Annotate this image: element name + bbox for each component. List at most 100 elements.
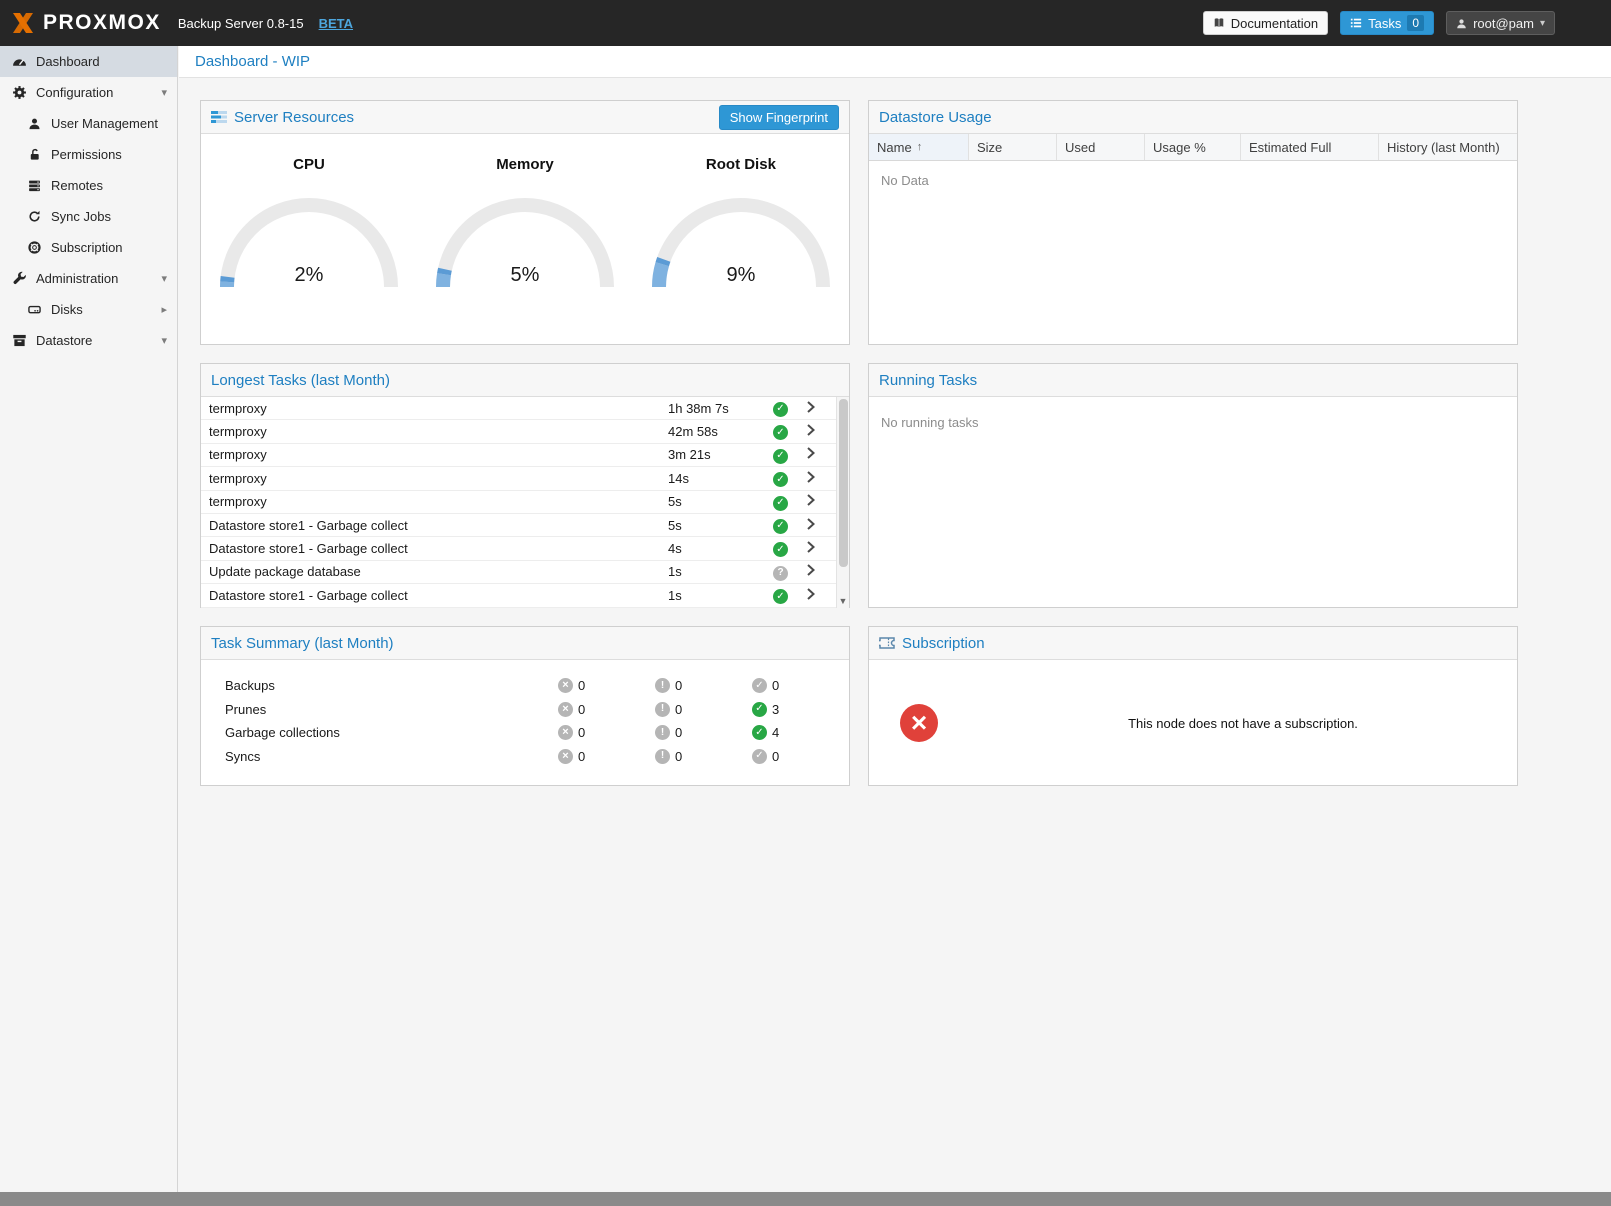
- list-icon: [1350, 17, 1362, 29]
- datastore-usage-empty-text: No Data: [869, 161, 1517, 200]
- main-area: Dashboard - WIP Server Resources Show Fi…: [179, 46, 1611, 1192]
- gauges-row: CPU 2% Memory: [201, 134, 849, 294]
- task-row[interactable]: termproxy 14s: [201, 467, 836, 490]
- sidebar-item-configuration[interactable]: Configuration ▾: [0, 77, 177, 108]
- cpu-gauge: CPU 2%: [201, 156, 417, 294]
- task-duration: 1h 38m 7s: [668, 401, 773, 416]
- brand-name: PROXMOX: [43, 11, 161, 35]
- task-row[interactable]: Update package database 1s: [201, 561, 836, 584]
- task-name: termproxy: [201, 447, 668, 462]
- task-row[interactable]: termproxy 3m 21s: [201, 444, 836, 467]
- sidebar-item-user-management[interactable]: User Management: [0, 108, 177, 139]
- sidebar-item-administration[interactable]: Administration ▾: [0, 263, 177, 294]
- user-menu-button[interactable]: root@pam ▾: [1446, 11, 1555, 35]
- product-version: Backup Server 0.8-15: [178, 16, 304, 31]
- open-task-chevron-icon[interactable]: [807, 447, 836, 462]
- user-icon: [27, 116, 42, 131]
- vertical-scrollbar[interactable]: ▼: [836, 397, 849, 608]
- open-task-chevron-icon[interactable]: [807, 471, 836, 486]
- scrollbar-down-arrow-icon[interactable]: ▼: [837, 594, 849, 608]
- ok-count-icon: [752, 702, 767, 717]
- sidebar-item-disks[interactable]: Disks ▸: [0, 294, 177, 325]
- open-task-chevron-icon[interactable]: [807, 541, 836, 556]
- sidebar-item-sync-jobs[interactable]: Sync Jobs: [0, 201, 177, 232]
- warning-count: 0: [675, 678, 682, 693]
- error-count: 0: [578, 749, 585, 764]
- open-task-chevron-icon[interactable]: [807, 424, 836, 439]
- column-header-estimated-full[interactable]: Estimated Full: [1241, 134, 1379, 160]
- summary-row-syncs[interactable]: Syncs 0 0 0: [225, 745, 849, 769]
- sidebar-item-label: Dashboard: [36, 54, 100, 69]
- ok-count: 3: [772, 702, 779, 717]
- open-task-chevron-icon[interactable]: [807, 494, 836, 509]
- sidebar-item-dashboard[interactable]: Dashboard: [0, 46, 177, 77]
- status-ok-icon: [773, 425, 788, 440]
- sidebar-item-label: Administration: [36, 271, 118, 286]
- subscription-message: This node does not have a subscription.: [969, 716, 1517, 731]
- column-header-size[interactable]: Size: [969, 134, 1057, 160]
- status-ok-icon: [773, 472, 788, 487]
- task-row[interactable]: termproxy 42m 58s: [201, 420, 836, 443]
- warning-count: 0: [675, 702, 682, 717]
- scrollbar-thumb[interactable]: [839, 399, 848, 567]
- error-count-icon: [558, 749, 573, 764]
- task-name: termproxy: [201, 424, 668, 439]
- task-duration: 5s: [668, 518, 773, 533]
- open-task-chevron-icon[interactable]: [807, 401, 836, 416]
- chevron-down-icon[interactable]: ▾: [161, 272, 167, 285]
- caret-down-icon: ▾: [1540, 18, 1545, 29]
- column-header-name[interactable]: Name↑: [869, 134, 969, 160]
- bottom-edge-strip: [0, 1192, 1611, 1206]
- warning-count-icon: [655, 678, 670, 693]
- page-title: Dashboard - WIP: [195, 53, 310, 70]
- summary-row-backups[interactable]: Backups 0 0 0: [225, 674, 849, 698]
- show-fingerprint-button[interactable]: Show Fingerprint: [719, 105, 839, 130]
- open-task-chevron-icon[interactable]: [807, 518, 836, 533]
- summary-row-garbage-collections[interactable]: Garbage collections 0 0 4: [225, 721, 849, 745]
- open-task-chevron-icon[interactable]: [807, 564, 836, 579]
- sidebar-item-datastore[interactable]: Datastore ▾: [0, 325, 177, 356]
- chevron-down-icon[interactable]: ▾: [161, 334, 167, 347]
- column-header-used[interactable]: Used: [1057, 134, 1145, 160]
- tasks-button[interactable]: Tasks 0: [1340, 11, 1434, 35]
- column-header-usage-percent[interactable]: Usage %: [1145, 134, 1241, 160]
- warning-count-icon: [655, 725, 670, 740]
- page-header: Dashboard - WIP: [179, 46, 1611, 78]
- error-count-icon: [558, 678, 573, 693]
- task-row[interactable]: Datastore store1 - Garbage collect 5s: [201, 514, 836, 537]
- chevron-down-icon[interactable]: ▾: [161, 86, 167, 99]
- memory-gauge-label: Memory: [417, 156, 633, 173]
- task-row[interactable]: termproxy 1h 38m 7s: [201, 397, 836, 420]
- task-duration: 1s: [668, 564, 773, 579]
- task-duration: 5s: [668, 494, 773, 509]
- sidebar-item-subscription[interactable]: Subscription: [0, 232, 177, 263]
- datastore-usage-title: Datastore Usage: [879, 109, 992, 126]
- column-header-history[interactable]: History (last Month): [1379, 134, 1517, 160]
- sidebar-item-permissions[interactable]: Permissions: [0, 139, 177, 170]
- running-tasks-empty-text: No running tasks: [869, 397, 1517, 442]
- beta-link[interactable]: BETA: [319, 16, 353, 31]
- error-count: 0: [578, 702, 585, 717]
- tasks-label: Tasks: [1368, 16, 1401, 31]
- task-row[interactable]: termproxy 5s: [201, 491, 836, 514]
- sidebar-item-label: Datastore: [36, 333, 92, 348]
- summary-row-prunes[interactable]: Prunes 0 0 3: [225, 698, 849, 722]
- ok-count: 0: [772, 678, 779, 693]
- documentation-button[interactable]: Documentation: [1203, 11, 1328, 35]
- dashboard-content: Server Resources Show Fingerprint CPU 2%: [179, 78, 1611, 786]
- open-task-chevron-icon[interactable]: [807, 588, 836, 603]
- subscription-body: × This node does not have a subscription…: [869, 660, 1517, 786]
- no-subscription-error-icon: ×: [900, 704, 938, 742]
- task-summary-body: Backups 0 0 0 Prunes 0 0 3 Garbage colle…: [201, 660, 849, 768]
- status-ok-icon: [773, 449, 788, 464]
- cpu-gauge-label: CPU: [201, 156, 417, 173]
- summary-label: Syncs: [225, 749, 558, 764]
- sidebar-item-remotes[interactable]: Remotes: [0, 170, 177, 201]
- sidebar-item-label: Permissions: [51, 147, 122, 162]
- task-row[interactable]: Datastore store1 - Garbage collect 4s: [201, 537, 836, 560]
- datastore-usage-header: Datastore Usage: [869, 101, 1517, 134]
- summary-label: Garbage collections: [225, 725, 558, 740]
- chevron-right-icon[interactable]: ▸: [161, 303, 167, 316]
- task-row[interactable]: Datastore store1 - Garbage collect 1s: [201, 584, 836, 607]
- task-name: termproxy: [201, 494, 668, 509]
